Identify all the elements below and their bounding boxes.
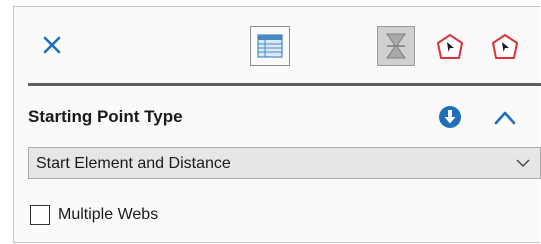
multiple-webs-label: Multiple Webs	[58, 206, 159, 223]
table-view-icon	[257, 34, 283, 58]
close-icon[interactable]	[42, 35, 62, 55]
starting-point-type-dropdown[interactable]: Start Element and Distance	[28, 147, 541, 179]
dropdown-value: Start Element and Distance	[36, 155, 231, 172]
table-view-button[interactable]	[250, 26, 290, 66]
filter-icon	[386, 33, 406, 59]
starting-point-panel: Starting Point Type Start Element and Di…	[13, 6, 541, 243]
pentagon-point-red-icon[interactable]	[433, 30, 467, 64]
chevron-up-icon[interactable]	[492, 107, 518, 129]
info-down-icon[interactable]	[438, 105, 462, 129]
filter-button[interactable]	[377, 26, 415, 66]
pentagon-point-blue-icon[interactable]	[488, 30, 522, 64]
multiple-webs-checkbox[interactable]	[30, 205, 50, 225]
toolbar	[14, 7, 540, 83]
chevron-down-icon	[516, 159, 530, 167]
toolbar-divider	[28, 83, 541, 86]
section-title: Starting Point Type	[28, 107, 183, 126]
